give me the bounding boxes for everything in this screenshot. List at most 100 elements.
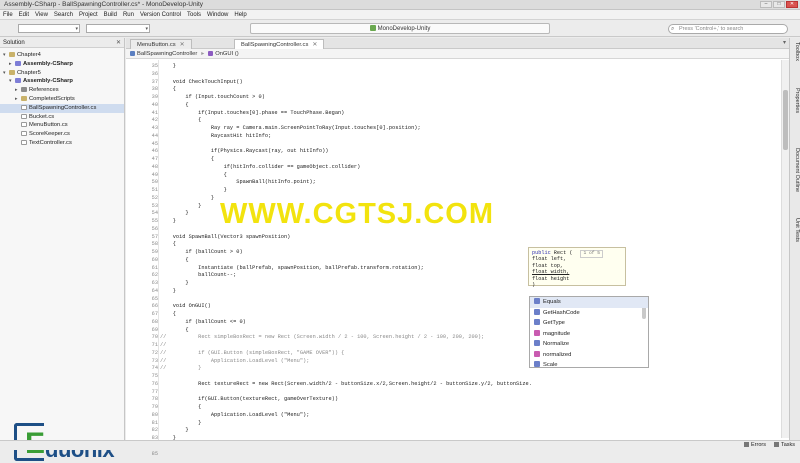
close-window-button[interactable]: ✕: [786, 1, 798, 8]
line-number: 63: [151, 280, 158, 286]
vertical-scrollbar[interactable]: [781, 60, 789, 438]
code-line: }: [160, 194, 215, 201]
folder-icon: [21, 95, 27, 101]
menu-item-file[interactable]: File: [3, 12, 13, 18]
code-line: // Rect simpleBoxRect = new Rect (Screen…: [160, 334, 485, 341]
code-area[interactable]: 35 } 36 37 void CheckTouchInput() 38 {39 if…: [126, 60, 789, 457]
line-number: 53: [151, 202, 158, 209]
code-line: }: [160, 280, 189, 286]
breadcrumb: BallSpawningController ▸ OnGUI (): [126, 49, 789, 59]
dock-tab-toolbox[interactable]: Toolbox: [791, 42, 800, 61]
tasks-pad-button[interactable]: Tasks: [774, 441, 795, 450]
line-number: 46: [151, 148, 158, 155]
line-number: 85: [151, 450, 158, 457]
tree-item[interactable]: BallSpawningController.cs: [0, 103, 124, 113]
tree-item[interactable]: Bucket.cs: [0, 113, 124, 122]
menu-item-run[interactable]: Run: [123, 12, 134, 18]
tree-item[interactable]: ▸ Assembly-CSharp: [0, 60, 124, 69]
close-tab-icon[interactable]: ✕: [312, 42, 317, 48]
menu-item-version-control[interactable]: Version Control: [140, 12, 181, 18]
code-line: }: [160, 202, 202, 209]
completion-item[interactable]: Scale: [530, 360, 648, 367]
solution-title: Solution: [3, 40, 25, 46]
completion-item[interactable]: GetHashCode: [530, 308, 648, 319]
search-input[interactable]: ⌕ Press 'Control+,' to search: [668, 24, 788, 34]
ref-icon: [21, 87, 27, 93]
scroll-thumb[interactable]: [783, 90, 788, 150]
tab-label: MenuButton.cs: [137, 42, 176, 48]
dock-tab-properties[interactable]: Properties: [791, 88, 800, 113]
tree-item[interactable]: ▸ CompletedScripts: [0, 95, 124, 104]
breadcrumb-method[interactable]: OnGUI (): [215, 51, 239, 57]
errors-pad-button[interactable]: Errors: [744, 441, 766, 450]
tree-item[interactable]: ScoreKeeper.cs: [0, 130, 124, 139]
dock-tab-unit-tests[interactable]: Unit Tests: [791, 218, 800, 242]
maximize-button[interactable]: □: [773, 1, 785, 8]
menu-item-window[interactable]: Window: [207, 12, 228, 18]
close-tab-icon[interactable]: ✕: [180, 42, 185, 48]
code-editor: ▾ MenuButton.cs ✕ BallSpawningController.c…: [126, 38, 789, 457]
tree-item[interactable]: ▾ Assembly-CSharp: [0, 77, 124, 86]
line-number: 75: [151, 373, 158, 379]
minimize-button[interactable]: –: [760, 1, 772, 8]
chevron-down-icon[interactable]: ▾: [783, 39, 786, 46]
completion-label: Normalize: [543, 341, 570, 347]
line-number: 74: [151, 365, 158, 372]
completion-list[interactable]: Equals GetHashCode GetType magnitude Normali…: [529, 296, 649, 368]
completion-item[interactable]: magnitude: [530, 329, 648, 340]
code-line: if(Physics.Raycast(ray, out hitInfo)): [160, 148, 329, 155]
close-icon[interactable]: ✕: [116, 38, 121, 48]
tree-item[interactable]: ▸ References: [0, 86, 124, 95]
completion-item[interactable]: GetType: [530, 318, 648, 329]
code-line: // if (GUI.Button (simpleBoxRect, "GAME …: [160, 349, 345, 356]
tree-item[interactable]: TextController.cs: [0, 139, 124, 148]
code-line: {: [160, 326, 189, 333]
line-number: 50: [151, 179, 158, 186]
build-target-select[interactable]: ▾: [86, 24, 150, 33]
run-config-select[interactable]: ▾: [18, 24, 80, 33]
solution-pad: Solution ✕ ▾ Chapter4 ▸ Assembly-CSharp ▾ Cha…: [0, 38, 125, 462]
menu-item-view[interactable]: View: [35, 12, 48, 18]
tree-item[interactable]: ▾ Chapter5: [0, 69, 124, 78]
member-icon: [534, 350, 540, 357]
line-number: 66: [151, 303, 158, 310]
tree-item-label: Assembly-CSharp: [23, 60, 73, 67]
code-line: {: [160, 171, 227, 178]
gutter-divider: [158, 60, 159, 440]
line-number: 35: [151, 63, 158, 69]
line-number: 48: [151, 163, 158, 170]
menu-item-tools[interactable]: Tools: [187, 12, 201, 18]
code-line: if (ballCount > 0): [160, 249, 243, 255]
right-dock: Toolbox Properties Document Outline Unit Te…: [789, 38, 800, 440]
folder-icon: [9, 69, 15, 75]
line-number: 82: [151, 427, 158, 434]
tree-item[interactable]: ▾ Chapter4: [0, 51, 124, 60]
line-number: 81: [151, 419, 158, 426]
completion-item[interactable]: Equals: [530, 297, 648, 308]
code-line: if(hitInfo.collider == gameObject.collid…: [160, 163, 361, 170]
line-number: 64: [151, 287, 158, 294]
document-tab[interactable]: MenuButton.cs ✕: [130, 39, 192, 49]
menu-item-search[interactable]: Search: [54, 12, 73, 18]
dock-tab-document-outline[interactable]: Document Outline: [791, 148, 800, 192]
search-icon: ⌕: [671, 26, 675, 32]
window-title: Assembly-CSharp - BallSpawningController…: [4, 1, 204, 8]
line-number: 80: [151, 411, 158, 418]
line-number: 78: [151, 396, 158, 403]
menu-item-edit[interactable]: Edit: [19, 12, 29, 18]
tree-item[interactable]: MenuButton.cs: [0, 121, 124, 130]
line-number: 62: [151, 272, 158, 279]
menu-item-project[interactable]: Project: [79, 12, 98, 18]
menu-item-help[interactable]: Help: [234, 12, 246, 18]
line-number: 61: [151, 264, 158, 271]
line-number: 65: [151, 295, 158, 302]
overload-counter[interactable]: 1 of 5: [580, 250, 603, 259]
document-tab[interactable]: BallSpawningController.cs ✕: [234, 39, 325, 49]
menu-item-build[interactable]: Build: [104, 12, 117, 18]
completion-item[interactable]: Normalize: [530, 339, 648, 350]
breadcrumb-class[interactable]: BallSpawningController: [137, 51, 197, 57]
completion-label: GetType: [543, 320, 565, 326]
line-number: 37: [151, 78, 158, 85]
completion-item[interactable]: normalized: [530, 350, 648, 361]
line-number: 73: [151, 357, 158, 364]
